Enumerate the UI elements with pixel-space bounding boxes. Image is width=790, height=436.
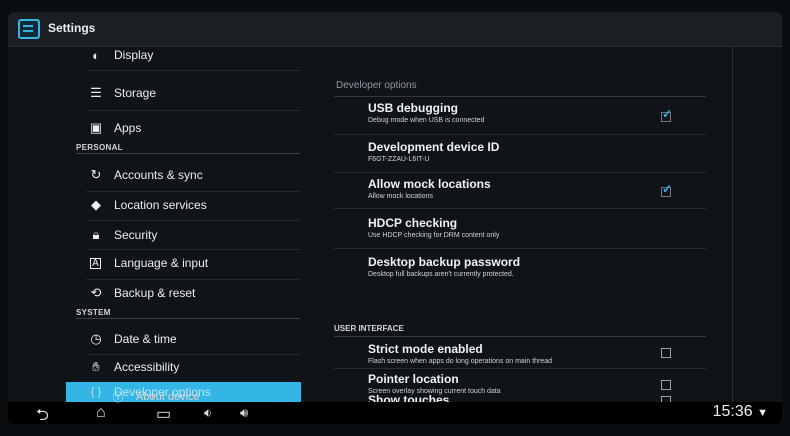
pref-title: Desktop backup password	[368, 255, 521, 269]
clock-icon: ◷	[90, 331, 102, 346]
pref-title: USB debugging	[368, 101, 458, 115]
sidebar-item-backup-reset[interactable]: ⟲ Backup & reset	[66, 282, 301, 304]
pref-title: Pointer location	[368, 372, 459, 386]
lock-icon: 🔒︎	[92, 227, 100, 242]
sidebar-item-label: Accounts & sync	[114, 168, 203, 182]
volume-up-icon[interactable]: 🔊︎	[240, 405, 248, 421]
pref-strict-mode[interactable]: Strict mode enabled Flash screen when ap…	[368, 342, 698, 365]
sidebar-item-label: Storage	[114, 86, 157, 100]
right-edge-divider	[732, 46, 733, 402]
sidebar-item-label: Apps	[114, 121, 142, 135]
sidebar-item-apps[interactable]: ▣ Apps	[66, 117, 301, 139]
section-header-user-interface: USER INTERFACE	[334, 324, 404, 333]
section-divider	[76, 153, 301, 154]
pref-desktop-backup-password[interactable]: Desktop backup password Desktop full bac…	[368, 255, 698, 278]
hand-icon: ✋︎	[92, 359, 100, 374]
divider	[334, 208, 706, 209]
pref-subtitle: Debug mode when USB is connected	[368, 117, 485, 124]
pref-subtitle: Allow mock locations	[368, 193, 433, 200]
apps-icon: ▣	[89, 120, 103, 135]
action-bar: Settings	[8, 12, 782, 47]
home-icon[interactable]: ⌂	[96, 404, 106, 422]
pref-pointer-location[interactable]: Pointer location Screen overlay showing …	[368, 372, 698, 395]
section-divider	[76, 318, 301, 319]
tablet-screen: Settings ◐ Display ☰ Storage ▣ Apps PERS…	[8, 12, 782, 424]
mock-locations-checkbox[interactable]	[661, 182, 672, 197]
app-title: Settings	[48, 21, 96, 35]
backup-icon: ⟲	[90, 285, 102, 300]
status-clock: 15:36 ▼	[713, 403, 768, 421]
pref-title: Allow mock locations	[368, 177, 491, 191]
pref-development-device-id: Development device ID F6GT-ZZAU-L6IT-U	[368, 140, 698, 163]
divider	[86, 249, 301, 250]
location-icon: ◆	[91, 197, 101, 212]
sync-icon: ↻	[90, 167, 102, 182]
pref-show-touches[interactable]: Show touches	[368, 393, 698, 402]
pointer-location-checkbox[interactable]	[661, 380, 671, 390]
sidebar-item-language-input[interactable]: A Language & input	[66, 252, 301, 274]
sidebar-item-location-services[interactable]: ◆ Location services	[66, 194, 301, 216]
divider	[86, 70, 301, 71]
sidebar-item-label: Backup & reset	[114, 286, 196, 300]
sidebar-item-security[interactable]: 🔒︎ Security	[66, 224, 301, 246]
divider	[334, 248, 706, 249]
volume-down-icon[interactable]: 🔉︎	[204, 405, 212, 421]
divider	[334, 134, 706, 135]
section-divider	[334, 336, 706, 337]
pref-hdcp-checking[interactable]: HDCP checking Use HDCP checking for DRM …	[368, 216, 698, 239]
divider	[334, 368, 706, 369]
sidebar-item-label: About device	[136, 391, 200, 403]
recent-apps-icon[interactable]: ▭	[156, 404, 171, 424]
strict-mode-checkbox[interactable]	[661, 348, 671, 358]
usb-debugging-checkbox[interactable]	[661, 107, 672, 122]
divider	[86, 354, 301, 355]
panel-title: Developer options	[336, 80, 417, 91]
sidebar-item-about-device[interactable]: ⓘ About device	[88, 388, 288, 406]
pref-subtitle: F6GT-ZZAU-L6IT-U	[368, 156, 430, 163]
pref-title: Development device ID	[368, 140, 500, 154]
divider	[334, 172, 706, 173]
language-icon: A	[90, 257, 101, 269]
display-icon: ◐	[92, 47, 100, 63]
settings-categories-list: ◐ Display ☰ Storage ▣ Apps PERSONAL ↻ Ac…	[66, 46, 301, 402]
storage-icon: ☰	[90, 85, 102, 100]
pref-subtitle: Use HDCP checking for DRM content only	[368, 232, 500, 239]
sidebar-item-label: Security	[114, 228, 158, 242]
developer-options-panel: Developer options USB debugging Debug mo…	[324, 46, 709, 402]
back-icon[interactable]: ⮌	[36, 404, 49, 424]
section-header-system: SYSTEM	[76, 308, 111, 317]
system-navigation-bar: ⓘ About device ⮌ ⌂ ▭ 🔉︎ 🔊︎ 15:36 ▼	[8, 391, 782, 424]
settings-app-icon[interactable]	[18, 19, 40, 39]
divider	[86, 279, 301, 280]
section-header-personal: PERSONAL	[76, 143, 123, 152]
pref-allow-mock-locations[interactable]: Allow mock locations Allow mock location…	[368, 177, 698, 200]
sidebar-item-label: Location services	[114, 198, 207, 212]
clock-time: 15:36	[712, 403, 753, 420]
sidebar-item-date-time[interactable]: ◷ Date & time	[66, 328, 301, 350]
sidebar-item-label: Date & time	[114, 332, 177, 346]
sidebar-item-label: Language & input	[114, 256, 209, 270]
pref-title: Strict mode enabled	[368, 342, 483, 356]
divider	[86, 220, 301, 221]
info-icon: ⓘ	[112, 392, 124, 404]
pref-title: Show touches	[368, 393, 450, 402]
pref-subtitle: Desktop full backups aren't currently pr…	[368, 271, 514, 278]
sidebar-item-label: Accessibility	[114, 360, 180, 374]
wifi-icon: ▼	[757, 407, 768, 419]
sidebar-item-storage[interactable]: ☰ Storage	[66, 82, 301, 104]
sidebar-item-accessibility[interactable]: ✋︎ Accessibility	[66, 356, 301, 378]
pref-title: HDCP checking	[368, 216, 458, 230]
divider	[86, 191, 301, 192]
header-divider	[334, 96, 706, 97]
divider	[86, 110, 301, 111]
pref-usb-debugging[interactable]: USB debugging Debug mode when USB is con…	[368, 101, 698, 124]
sidebar-item-accounts-sync[interactable]: ↻ Accounts & sync	[66, 164, 301, 186]
pref-subtitle: Flash screen when apps do long operation…	[368, 358, 553, 365]
sidebar-item-label: Display	[114, 48, 154, 62]
sidebar-item-display[interactable]: ◐ Display	[66, 46, 301, 66]
